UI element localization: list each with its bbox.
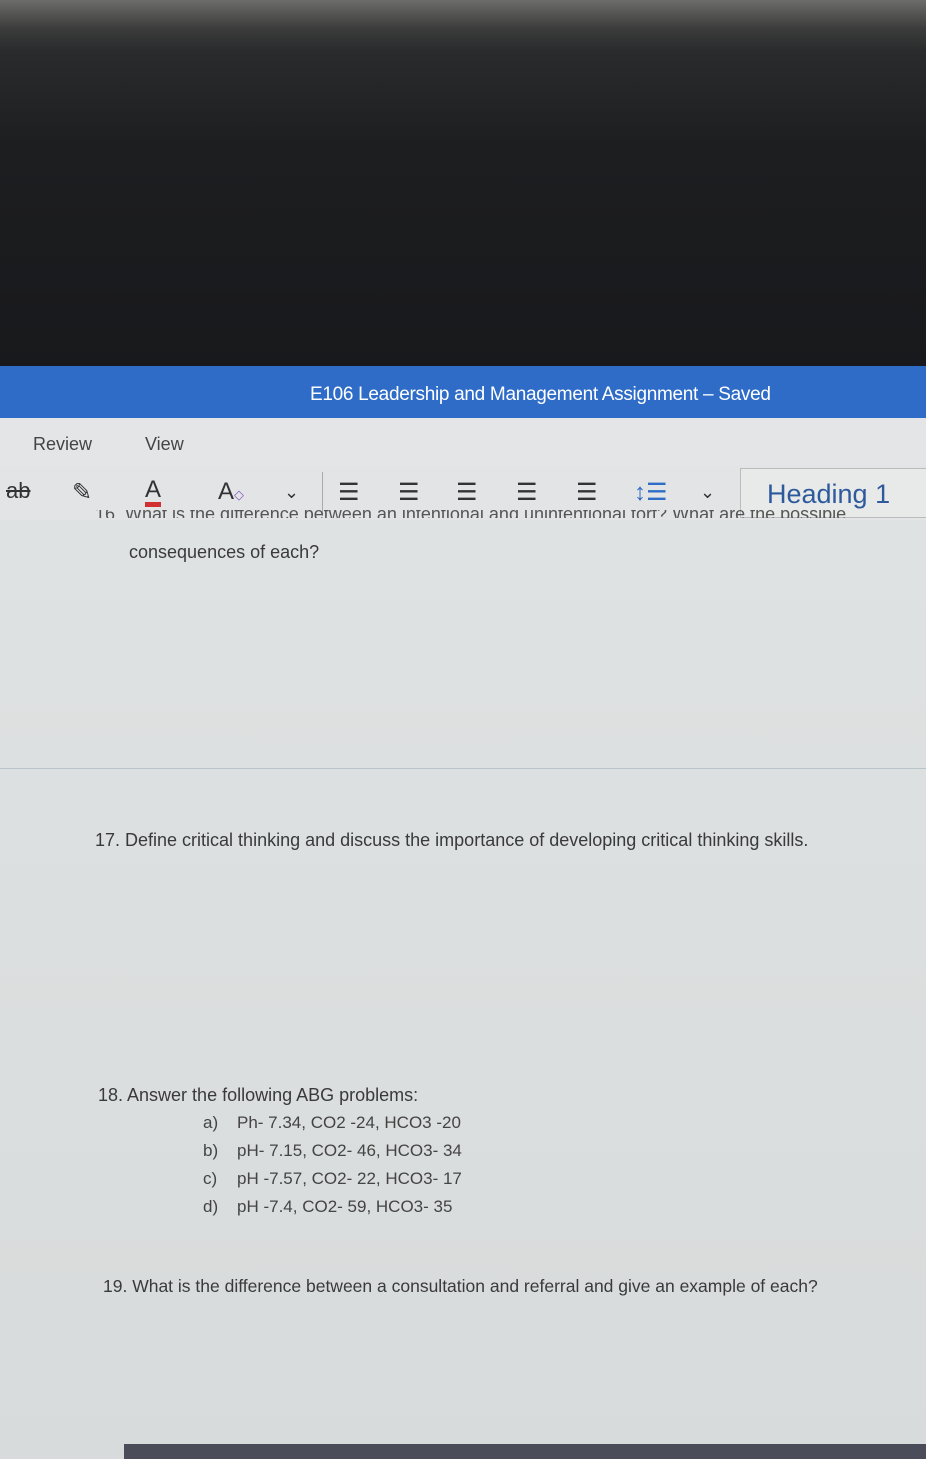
align-icon[interactable]: ☰ — [576, 478, 598, 507]
line-spacing-icon[interactable]: ↕☰ — [634, 478, 668, 507]
item-text: pH- 7.15, CO2- 46, HCO3- 34 — [237, 1141, 462, 1160]
decrease-indent-icon[interactable]: ☰ — [456, 478, 478, 507]
question-16-cut: 16. What is the difference between an in… — [95, 510, 846, 518]
chevron-down-icon[interactable]: ⌄ — [700, 482, 715, 503]
style-heading-1[interactable]: Heading 1 — [767, 479, 890, 510]
tab-review[interactable]: Review — [33, 434, 92, 455]
item-text: pH -7.57, CO2- 22, HCO3- 17 — [237, 1169, 462, 1188]
title-bar: E106 Leadership and Management Assignmen… — [0, 366, 926, 418]
abg-item: c) pH -7.57, CO2- 22, HCO3- 17 — [203, 1169, 462, 1189]
question-19: 19. What is the difference between a con… — [103, 1276, 818, 1296]
clear-formatting-icon[interactable]: A◇ — [218, 478, 244, 506]
item-label: c) — [203, 1169, 218, 1188]
tab-view[interactable]: View — [145, 434, 184, 455]
item-text: Ph- 7.34, CO2 -24, HCO3 -20 — [237, 1113, 461, 1132]
question-17: 17. Define critical thinking and discuss… — [95, 830, 809, 850]
strikethrough-icon[interactable]: ab — [6, 478, 30, 504]
divider — [0, 768, 926, 769]
abg-item: a) Ph- 7.34, CO2 -24, HCO3 -20 — [203, 1113, 461, 1133]
abg-item: d) pH -7.4, CO2- 59, HCO3- 35 — [203, 1197, 452, 1217]
question-16-continued: consequences of each? — [129, 542, 320, 562]
ribbon-tabs: Review View — [0, 418, 926, 468]
increase-indent-icon[interactable]: ☰ — [516, 478, 538, 507]
item-label: b) — [203, 1141, 219, 1160]
document-title: E106 Leadership and Management Assignmen… — [310, 384, 771, 405]
bullet-list-icon[interactable]: ☰ — [338, 478, 360, 507]
monitor-bezel — [0, 0, 926, 366]
question-18: 18. Answer the following ABG problems: — [98, 1085, 419, 1105]
font-color-icon[interactable]: A — [145, 478, 162, 507]
abg-item: b) pH- 7.15, CO2- 46, HCO3- 34 — [203, 1141, 462, 1161]
item-label: d) — [203, 1197, 219, 1216]
chevron-down-icon[interactable]: ⌄ — [284, 482, 299, 503]
item-label: a) — [203, 1113, 219, 1132]
numbered-list-icon[interactable]: ☰ — [398, 478, 420, 507]
document-body[interactable]: 16. What is the difference between an in… — [0, 510, 926, 1459]
taskbar-edge — [124, 1444, 926, 1459]
highlighter-icon[interactable]: ✎ — [72, 478, 92, 507]
item-text: pH -7.4, CO2- 59, HCO3- 35 — [237, 1197, 453, 1216]
